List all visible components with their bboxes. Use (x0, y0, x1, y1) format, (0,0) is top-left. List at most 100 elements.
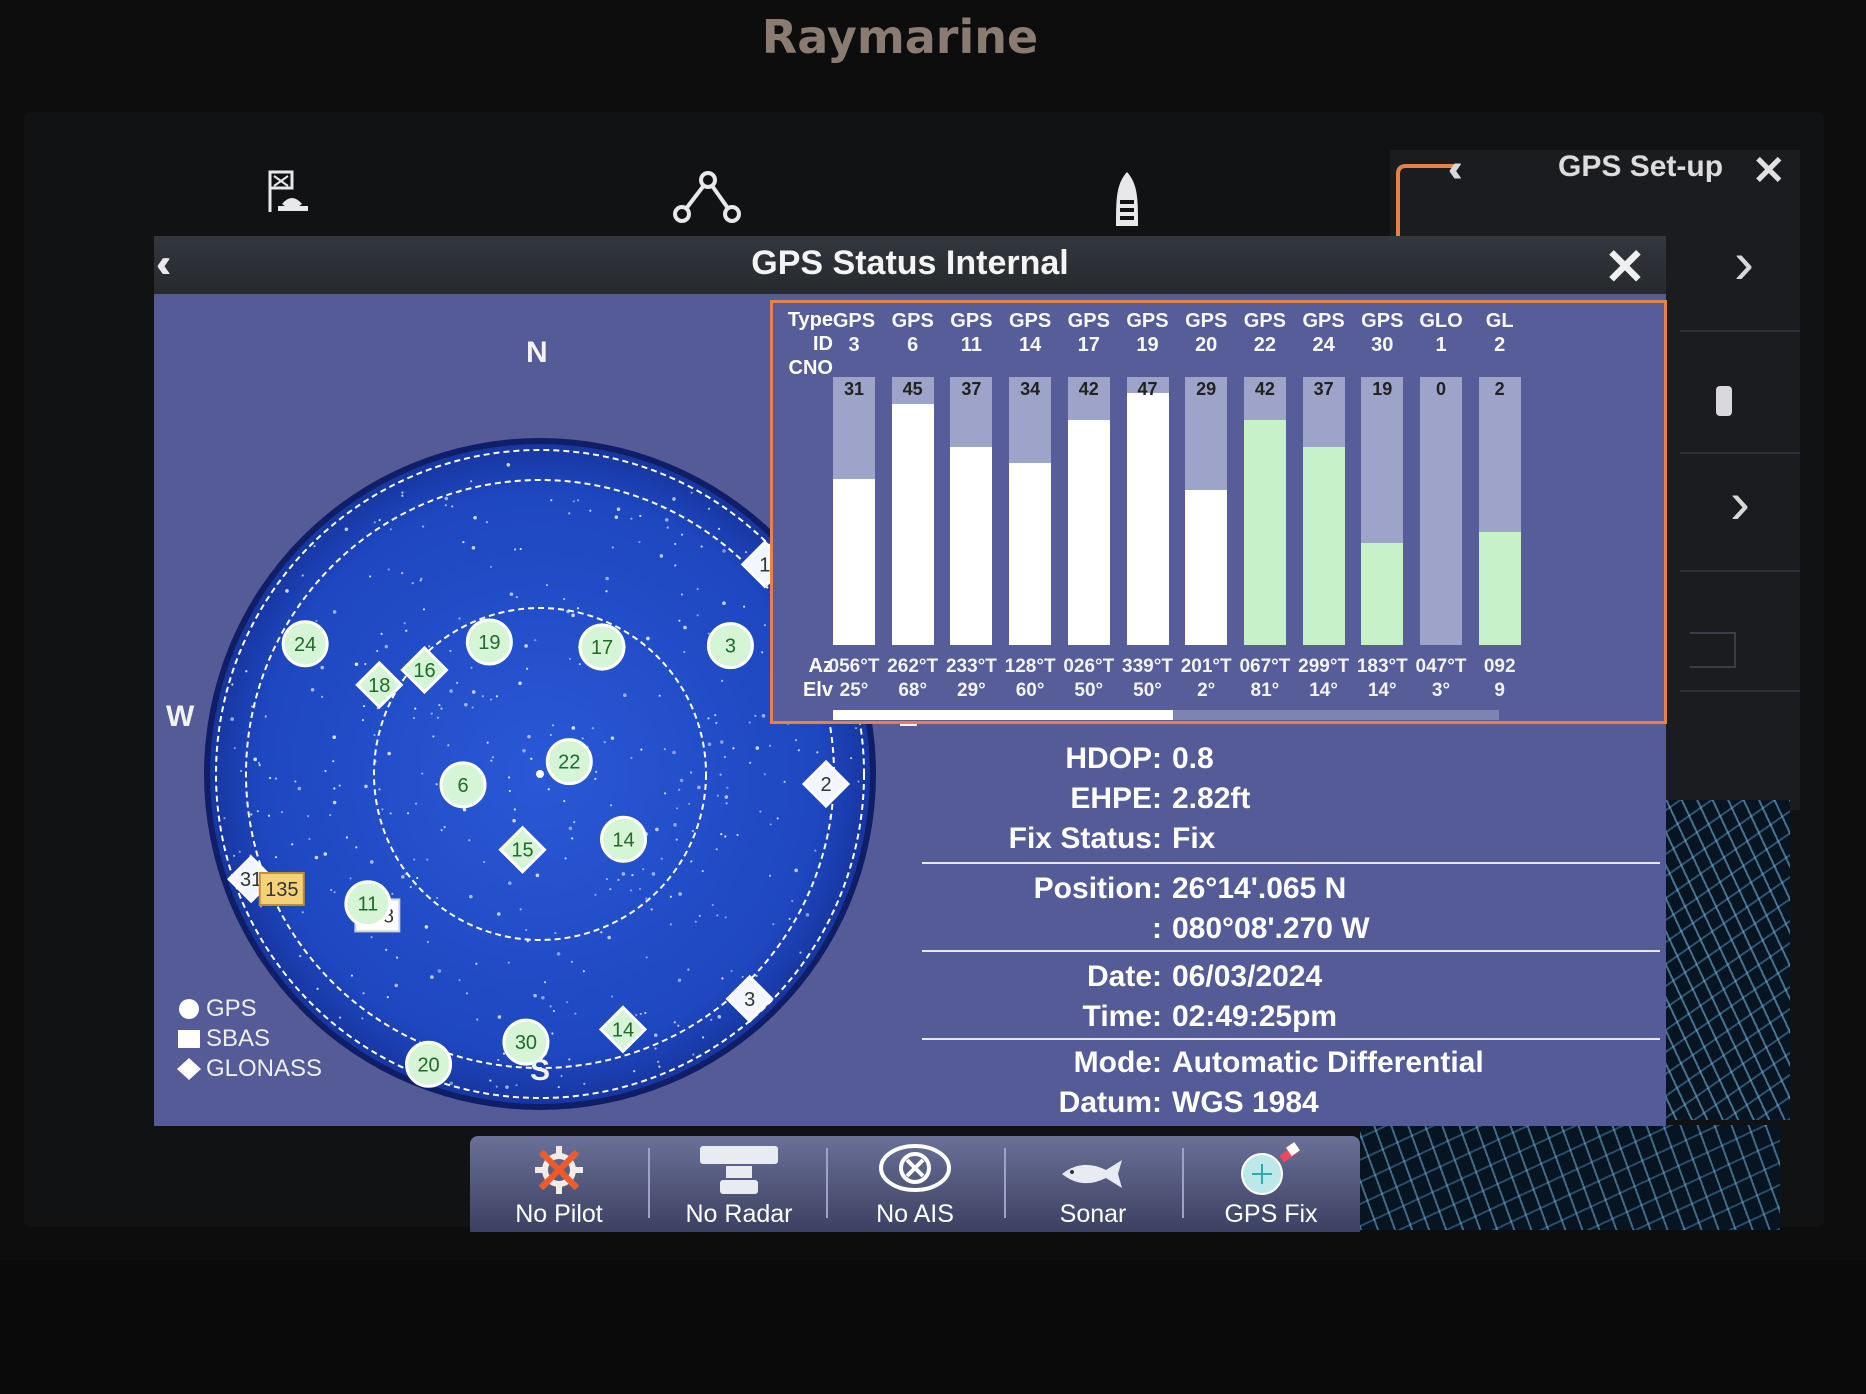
cno-value: 31 (843, 379, 865, 399)
status-pilot[interactable]: No Pilot (470, 1136, 648, 1232)
cno-value: 47 (1137, 379, 1158, 399)
panel-tab-outline (1396, 164, 1454, 238)
sat-elevation: 9 (1494, 680, 1505, 701)
bars-scrollbar[interactable] (833, 710, 1499, 720)
satellite-id-label: 14 (612, 829, 634, 851)
compass-north: N (526, 336, 548, 369)
sat-azimuth: 339°T (1122, 656, 1173, 677)
route-icon[interactable] (672, 170, 742, 230)
satellite-sbas-active-135[interactable]: 135 (258, 871, 305, 906)
sat-id: 19 (1136, 334, 1159, 356)
datum-value: WGS 1984 (1172, 1086, 1319, 1119)
vessel-icon[interactable] (1112, 170, 1142, 233)
status-ais[interactable]: No AIS (826, 1136, 1004, 1232)
row-label-cno: CNO (788, 357, 833, 379)
satellite-gps-24[interactable]: 24 (281, 620, 329, 668)
side-chevron-right-icon[interactable]: › (1730, 468, 1750, 537)
status-radar[interactable]: No Radar (650, 1136, 828, 1232)
signal-bar (1185, 489, 1228, 645)
sat-column-header: GPS 30 (1353, 309, 1411, 357)
satellite-gps-11[interactable]: 11 (344, 880, 392, 928)
signal-bar (891, 403, 934, 645)
sat-az-elv: 233°T 29° (942, 655, 1000, 703)
mode-value: Automatic Differential (1172, 1046, 1484, 1079)
side-back-icon[interactable]: ‹‹‹‹ (1448, 148, 1461, 191)
sat-az-elv: 092 9 (1471, 655, 1529, 703)
satellite-gps-3[interactable]: 3 (706, 622, 754, 670)
signal-bar (1243, 419, 1286, 645)
sat-column-header: GPS 11 (942, 309, 1000, 357)
sat-type: GPS (950, 310, 993, 332)
satellite-gps-20[interactable]: 20 (405, 1040, 453, 1088)
cno-value: 45 (902, 379, 923, 399)
sat-elevation: 81° (1250, 680, 1280, 701)
signal-bar-track: 31 (833, 377, 875, 645)
glonass-diamond-icon (177, 1058, 201, 1080)
sat-column-header: GPS 6 (884, 309, 942, 357)
ehpe-value: 2.82ft (1172, 782, 1251, 815)
status-sonar[interactable]: Sonar (1004, 1136, 1182, 1232)
sat-type: GPS (1302, 310, 1345, 332)
sat-id: 2 (1494, 334, 1506, 356)
side-slider-handle[interactable] (1716, 386, 1732, 416)
signal-bar (1126, 393, 1169, 645)
satellite-id-label: 2 (820, 774, 831, 796)
info-divider (922, 950, 1660, 952)
cno-value: 37 (961, 379, 982, 399)
status-sonar-label: Sonar (1059, 1200, 1127, 1228)
side-close-icon[interactable]: ✕ (1752, 148, 1786, 194)
sat-azimuth: 299°T (1298, 656, 1350, 677)
sat-elevation: 50° (1133, 680, 1162, 701)
sat-azimuth: 092 (1483, 656, 1516, 677)
close-icon[interactable]: ✕ (1604, 238, 1646, 296)
sat-elevation: 25° (839, 680, 869, 701)
satellite-gps-17[interactable]: 17 (578, 623, 626, 671)
satellite-gps-19[interactable]: 19 (465, 618, 513, 666)
side-divider (1680, 330, 1800, 332)
sat-type: GPS (891, 310, 934, 332)
dialog-header: ‹‹‹‹ GPS Status Internal ✕ (154, 236, 1666, 296)
sat-id: 3 (848, 334, 860, 356)
signal-strength-panel[interactable]: Type ID CNO Az Elv GPS 3 31 056°T 25° GPS 6 45 2… (770, 300, 1667, 724)
sat-id: 30 (1371, 334, 1394, 356)
sat-az-elv: 056°T 25° (825, 655, 883, 703)
satellite-id-label: 22 (558, 752, 580, 774)
row-label-type: Type (787, 309, 833, 331)
waypoint-flag-icon[interactable] (264, 168, 324, 223)
legend-gps: GPS (176, 994, 322, 1024)
sat-column-header: GPS 22 (1236, 309, 1294, 357)
satellite-gps-6[interactable]: 6 (439, 761, 487, 809)
sat-elevation: 14° (1309, 680, 1338, 701)
chart-background-graphic (1360, 1125, 1780, 1230)
sat-elevation: 3° (1431, 680, 1451, 701)
satellite-id-label: 3 (725, 636, 736, 658)
sat-az-elv: 026°T 50° (1060, 655, 1118, 703)
sat-az-elv: 262°T 68° (884, 655, 942, 703)
cno-value: 2 (1494, 379, 1505, 399)
fish-icon (1062, 1160, 1122, 1188)
cno-value: 29 (1196, 379, 1217, 399)
radar-icon (700, 1146, 778, 1194)
satellite-gps-22[interactable]: 22 (545, 738, 593, 786)
side-divider (1680, 690, 1800, 692)
sat-type: GPS (1067, 310, 1110, 332)
bars-scrollbar-thumb[interactable] (833, 710, 1173, 720)
date-label: Date: (1086, 960, 1162, 993)
satellite-id-label: 3 (744, 989, 755, 1011)
satellite-id-label: 18 (368, 675, 390, 697)
satellite-gps-14[interactable]: 14 (600, 815, 648, 863)
side-chevron-right-icon[interactable]: › (1734, 228, 1754, 297)
side-input-field[interactable] (1690, 632, 1736, 668)
cno-value: 34 (1020, 379, 1041, 399)
chart-background-graphic (1660, 800, 1790, 1120)
sat-azimuth: 128°T (1004, 656, 1056, 677)
satellite-id-label: 17 (591, 637, 613, 659)
signal-bar (1009, 462, 1052, 645)
sat-column-header: GPS 17 (1060, 309, 1118, 357)
signal-bar-track: 37 (950, 377, 993, 645)
sat-id: 1 (1435, 334, 1447, 356)
status-gps-fix[interactable]: GPS Fix (1182, 1136, 1360, 1232)
sat-az-elv: 299°T 14° (1295, 655, 1353, 703)
cno-value: 42 (1078, 379, 1099, 399)
sat-id: 20 (1195, 334, 1218, 356)
